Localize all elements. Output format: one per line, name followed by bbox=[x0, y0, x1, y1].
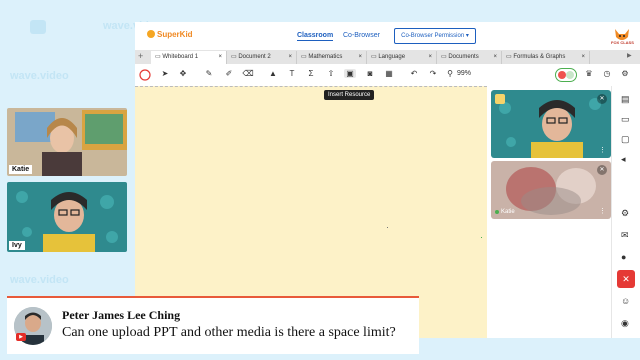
expand-icon[interactable]: ◂ bbox=[621, 154, 626, 165]
mic-muted-icon[interactable]: ✕ bbox=[597, 94, 607, 104]
layout-icon[interactable]: ▤ bbox=[621, 94, 630, 105]
tab-language[interactable]: ▭ Language × bbox=[367, 51, 437, 64]
nav-classroom[interactable]: Classroom bbox=[297, 32, 334, 41]
nav-co-browser[interactable]: Co-Browser bbox=[343, 32, 380, 39]
document-icon: ▭ bbox=[506, 54, 512, 60]
co-browser-permission-button[interactable]: Co-Browser Permission ▾ bbox=[394, 28, 476, 44]
insert-resource-tooltip: Insert Resource bbox=[324, 90, 375, 100]
tab-whiteboard-1[interactable]: ▭ Whiteboard 1 × bbox=[151, 51, 227, 64]
webcam-katie: Katie bbox=[7, 108, 127, 176]
superkid-logo: SuperKid bbox=[147, 30, 193, 39]
close-tab-icon[interactable]: × bbox=[581, 51, 585, 64]
text-tool-icon[interactable]: T bbox=[286, 69, 298, 78]
table-tool-icon[interactable]: ▦ bbox=[383, 69, 395, 78]
close-tab-icon[interactable]: × bbox=[493, 51, 497, 64]
insert-resource-icon[interactable]: ▣ bbox=[344, 69, 356, 78]
tab-bar: + ▭ Whiteboard 1 × ▭ Document 2 × ▭ Mathem… bbox=[135, 50, 640, 64]
user-icon[interactable]: ◉ bbox=[621, 318, 629, 329]
chevron-down-icon: ▾ bbox=[465, 33, 469, 39]
webcam-ivy: Ivy bbox=[7, 182, 127, 252]
watermark-text: wave.video bbox=[10, 70, 69, 82]
camera-tool-icon[interactable]: ◙ bbox=[364, 69, 376, 78]
whiteboard-toolbar: ➤ ✥ ✎ ✐ ⌫ ▲ T Σ ⇧ ▣ ◙ ▦ ↶ ↷ ⚲ 99% ♛ ◷ ⚙ bbox=[135, 64, 640, 87]
comment-text: Can one upload PPT and other media is th… bbox=[62, 325, 396, 340]
canvas-mark bbox=[481, 237, 482, 238]
mic-muted-icon[interactable]: ✕ bbox=[597, 165, 607, 175]
emoji-icon[interactable]: ☺ bbox=[621, 296, 630, 306]
zoom-icon[interactable]: ⚲ bbox=[444, 69, 456, 78]
pen-tool-icon[interactable]: ✎ bbox=[203, 69, 215, 78]
tab-documents[interactable]: ▭ Documents × bbox=[437, 51, 502, 64]
select-tool-icon[interactable]: ➤ bbox=[159, 69, 171, 78]
youtube-icon: ▶ bbox=[16, 333, 26, 341]
video-tile-name: Katie bbox=[501, 209, 515, 215]
canvas-mark bbox=[387, 227, 388, 228]
mute-all-button[interactable]: ✕ bbox=[617, 270, 635, 288]
redo-icon[interactable]: ↷ bbox=[427, 69, 439, 78]
window-icon[interactable]: ▭ bbox=[621, 114, 630, 125]
undo-icon[interactable]: ↶ bbox=[408, 69, 420, 78]
formula-tool-icon[interactable]: Σ bbox=[305, 69, 317, 78]
message-icon[interactable]: ✉ bbox=[621, 230, 629, 241]
document-icon: ▭ bbox=[441, 54, 447, 60]
tab-formulas-graphs[interactable]: ▭ Formulas & Graphs × bbox=[502, 51, 590, 64]
eraser-tool-icon[interactable]: ⌫ bbox=[242, 69, 254, 78]
add-tab-icon[interactable]: + bbox=[138, 51, 143, 61]
document-icon: ▭ bbox=[301, 54, 307, 60]
commenter-name: Peter James Lee Ching bbox=[62, 308, 181, 322]
comment-banner: ▶ Peter James Lee Ching Can one upload P… bbox=[7, 296, 419, 354]
close-tab-icon[interactable]: × bbox=[428, 51, 432, 64]
settings-icon[interactable]: ⚙ bbox=[619, 69, 631, 78]
crown-icon[interactable]: ♛ bbox=[583, 69, 595, 78]
app-header: SuperKid Classroom Co-Browser Co-Browser… bbox=[135, 22, 640, 50]
webcam-name-label: Ivy bbox=[9, 241, 25, 250]
webcam-name-label: Katie bbox=[9, 165, 33, 174]
close-tab-icon[interactable]: × bbox=[358, 51, 362, 64]
color-picker-icon[interactable] bbox=[139, 69, 151, 81]
participants-toggle[interactable] bbox=[555, 68, 577, 82]
online-indicator-icon bbox=[495, 210, 499, 214]
upload-tool-icon[interactable]: ⇧ bbox=[325, 69, 337, 78]
student-video-tile: ✕ Katie ⋮ bbox=[491, 161, 611, 219]
document-icon: ▭ bbox=[231, 54, 237, 60]
tabs-next-arrow-icon[interactable]: ▶ bbox=[627, 52, 632, 59]
fox-class-label: FOX CLASS bbox=[611, 40, 634, 45]
close-tab-icon[interactable]: × bbox=[288, 51, 292, 64]
settings-icon[interactable]: ⚙ bbox=[621, 208, 629, 219]
participant-dot-icon bbox=[566, 71, 574, 79]
document-icon: ▭ bbox=[371, 54, 377, 60]
mic-icon[interactable]: ● bbox=[621, 252, 626, 262]
teacher-video-tile: ✕ ⋮ bbox=[491, 90, 611, 158]
tab-document-2[interactable]: ▭ Document 2 × bbox=[227, 51, 297, 64]
hand-raise-icon[interactable] bbox=[495, 94, 505, 104]
superkid-logo-icon bbox=[147, 30, 155, 38]
more-options-icon[interactable]: ⋮ bbox=[599, 207, 606, 215]
classroom-app-window: SuperKid Classroom Co-Browser Co-Browser… bbox=[135, 22, 640, 338]
wave-logo-icon bbox=[30, 20, 46, 34]
right-sidebar: ▤ ▭ ▢ ◂ ⚙ ✉ ● ✕ ☺ ◉ bbox=[611, 86, 640, 338]
participant-dot-icon bbox=[558, 71, 566, 79]
webcam-ivy-video bbox=[7, 182, 127, 252]
chat-icon[interactable]: ▢ bbox=[621, 134, 630, 145]
video-panel: ✕ ⋮ ✕ Katie ⋮ bbox=[487, 86, 611, 338]
tab-mathematics[interactable]: ▭ Mathematics × bbox=[297, 51, 367, 64]
more-options-icon[interactable]: ⋮ bbox=[599, 146, 606, 154]
close-tab-icon[interactable]: × bbox=[218, 51, 222, 64]
shapes-tool-icon[interactable]: ▲ bbox=[267, 69, 279, 78]
zoom-level[interactable]: 99% bbox=[457, 70, 471, 77]
teacher-video bbox=[491, 90, 611, 158]
marker-tool-icon[interactable]: ✐ bbox=[223, 69, 235, 78]
move-tool-icon[interactable]: ✥ bbox=[177, 69, 189, 78]
clock-icon[interactable]: ◷ bbox=[601, 69, 613, 78]
watermark-text: wave.video bbox=[10, 274, 69, 286]
whiteboard-icon: ▭ bbox=[155, 54, 161, 60]
